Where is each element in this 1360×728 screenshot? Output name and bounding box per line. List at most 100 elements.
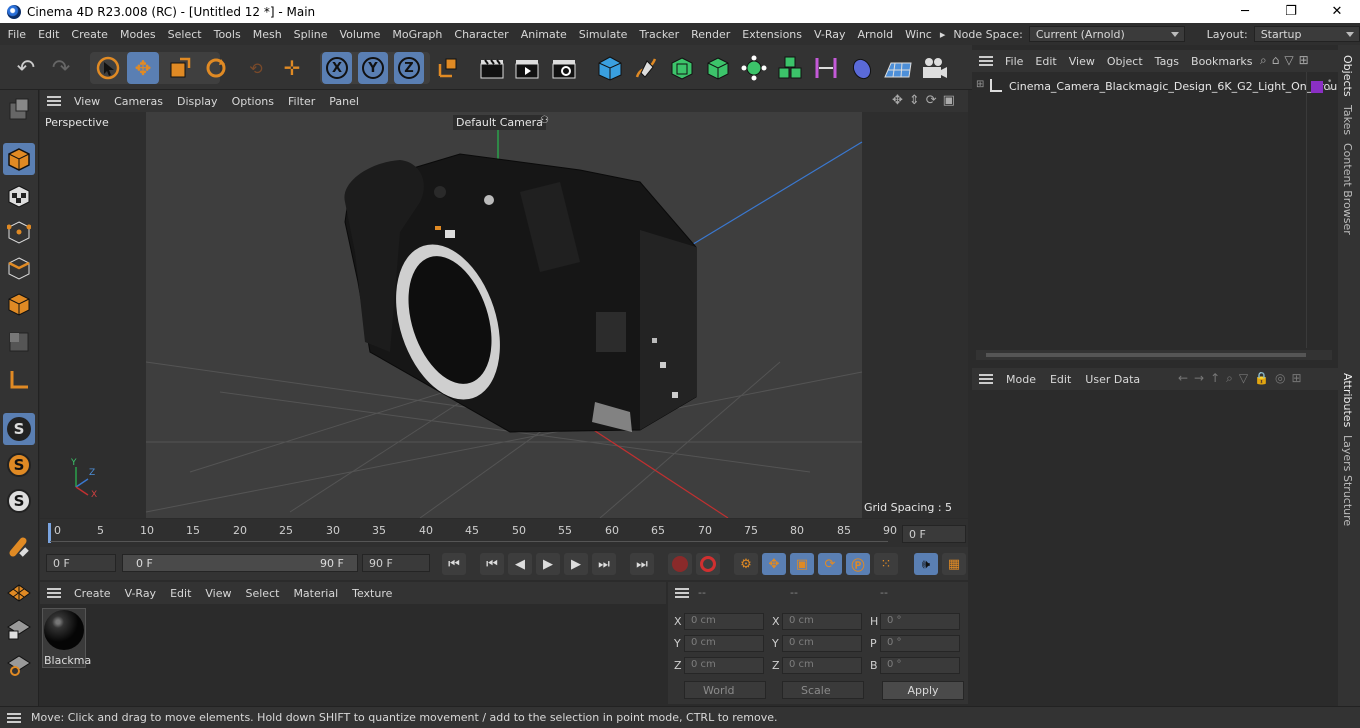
lock-workplane-button[interactable] [3, 613, 35, 645]
size-z-field[interactable]: 0 cm [782, 657, 862, 674]
model-mode-button[interactable] [3, 143, 35, 175]
scale-tool-button[interactable] [164, 52, 196, 84]
menu-render[interactable]: Render [685, 28, 736, 41]
workplane-button[interactable] [3, 577, 35, 609]
menu-animate[interactable]: Animate [515, 28, 573, 41]
end-frame-field[interactable]: 90 F [362, 554, 430, 572]
key-pla-button[interactable]: ⁙ [874, 553, 898, 575]
menu-window[interactable]: Winc [899, 28, 938, 41]
viewport-menu-display[interactable]: Display [170, 95, 225, 108]
size-x-field[interactable]: 0 cm [782, 613, 862, 630]
menu-volume[interactable]: Volume [334, 28, 387, 41]
subdivision-button[interactable] [666, 52, 698, 84]
workplane-snap-button[interactable]: S [3, 485, 35, 517]
viewport-menu-view[interactable]: View [67, 95, 107, 108]
objects-menu-object[interactable]: Object [1101, 55, 1149, 68]
attributes-menu-edit[interactable]: Edit [1043, 373, 1078, 386]
visibility-dots-icon[interactable]: • • [1327, 78, 1332, 95]
viewport-menu-cameras[interactable]: Cameras [107, 95, 170, 108]
object-row[interactable]: ⊞ Cinema_Camera_Blackmagic_Design_6K_G2_… [972, 78, 1344, 96]
tab-attributes[interactable]: Attributes [1341, 373, 1354, 427]
attributes-menu-mode[interactable]: Mode [999, 373, 1043, 386]
objects-menu-view[interactable]: View [1063, 55, 1101, 68]
menu-modes[interactable]: Modes [114, 28, 162, 41]
keyframe-selection-button[interactable]: ⚙ [734, 553, 758, 575]
menu-arnold[interactable]: Arnold [852, 28, 900, 41]
cloner-button[interactable] [738, 52, 770, 84]
material-menu-create[interactable]: Create [67, 587, 118, 600]
coordinate-system-button[interactable] [432, 52, 464, 84]
deformer-button[interactable] [810, 52, 842, 84]
coordinate-mode-dropdown[interactable]: World [684, 681, 766, 699]
material-menu-view[interactable]: View [198, 587, 238, 600]
move-tool-button[interactable]: ✥ [127, 52, 159, 84]
render-picture-viewer-button[interactable] [511, 52, 543, 84]
attributes-toolbar-icons[interactable]: ←→↑⌕▽🔒◎⊞ [1178, 371, 1308, 386]
menu-spline[interactable]: Spline [288, 28, 334, 41]
key-parameter-button[interactable]: Ⓟ [846, 553, 870, 575]
default-camera-label[interactable]: Default Camera [453, 115, 546, 130]
rotate-tool-button[interactable] [200, 52, 232, 84]
rot-b-field[interactable]: 0 ° [880, 657, 960, 674]
redo-button[interactable]: ↷ [45, 52, 77, 84]
close-button[interactable]: ✕ [1314, 0, 1360, 23]
menu-mograph[interactable]: MoGraph [386, 28, 448, 41]
size-mode-dropdown[interactable]: Scale [782, 681, 864, 699]
axis-mode-button[interactable] [3, 364, 35, 396]
next-key-button[interactable]: ⏭ [592, 553, 616, 575]
menu-vray[interactable]: V-Ray [808, 28, 852, 41]
key-position-button[interactable]: ✥ [762, 553, 786, 575]
pos-x-field[interactable]: 0 cm [684, 613, 764, 630]
menu-create[interactable]: Create [65, 28, 114, 41]
apply-button[interactable]: Apply [882, 681, 964, 700]
objects-toolbar-icons[interactable]: ⌕⌂▽⊞ [1260, 53, 1314, 68]
viewport-menu-panel[interactable]: Panel [322, 95, 366, 108]
material-menu-texture[interactable]: Texture [345, 587, 399, 600]
menu-tracker[interactable]: Tracker [633, 28, 685, 41]
maximize-button[interactable]: ❐ [1268, 0, 1314, 23]
uv-mode-button[interactable] [3, 326, 35, 358]
viewport-hamburger-icon[interactable] [47, 96, 61, 106]
viewport-menu-options[interactable]: Options [225, 95, 281, 108]
material-menu-material[interactable]: Material [286, 587, 345, 600]
viewport-menu-filter[interactable]: Filter [281, 95, 322, 108]
floor-button[interactable] [882, 52, 914, 84]
snap-button[interactable]: S [3, 413, 35, 445]
current-frame-field[interactable]: 0 F [902, 525, 966, 543]
object-name[interactable]: Cinema_Camera_Blackmagic_Design_6K_G2_Li… [1009, 80, 1344, 93]
film-strip-button[interactable]: ▦ [942, 553, 966, 575]
timeline-ruler[interactable]: 0 5 10 15 20 25 30 35 40 45 50 55 60 65 … [40, 519, 968, 547]
pen-spline-button[interactable] [630, 52, 662, 84]
viewport-nav-icons[interactable]: ✥⇕⟳▣ [892, 93, 961, 108]
objects-hamburger-icon[interactable] [979, 56, 993, 66]
objects-menu-file[interactable]: File [999, 55, 1029, 68]
autokey-button[interactable] [696, 553, 720, 575]
extrude-button[interactable] [702, 52, 734, 84]
mograph-button[interactable] [774, 52, 806, 84]
material-hamburger-icon[interactable] [47, 588, 61, 598]
play-button[interactable]: ▶ [536, 553, 560, 575]
key-scale-button[interactable]: ▣ [790, 553, 814, 575]
previous-key-button[interactable]: ⏮ [480, 553, 504, 575]
tab-objects[interactable]: Objects [1341, 55, 1354, 97]
tab-takes[interactable]: Takes [1341, 105, 1354, 135]
polygon-mode-button[interactable] [3, 288, 35, 320]
texture-mode-button[interactable] [3, 180, 35, 212]
status-hamburger-icon[interactable] [7, 712, 21, 723]
node-space-dropdown[interactable]: Current (Arnold) [1028, 26, 1185, 42]
recent-tools-button[interactable]: ⟲ [240, 52, 272, 84]
menu-mesh[interactable]: Mesh [247, 28, 288, 41]
render-settings-button[interactable] [548, 52, 580, 84]
go-to-end-button[interactable]: ⏭ [630, 553, 654, 575]
point-mode-button[interactable] [3, 216, 35, 248]
edge-mode-button[interactable] [3, 252, 35, 284]
tab-structure[interactable]: Structure [1341, 475, 1354, 526]
objects-horizontal-scrollbar[interactable] [976, 350, 1332, 360]
material-swatch[interactable]: Blackma [42, 608, 91, 668]
perspective-viewport[interactable]: Perspective Default Camera ⚇ Grid Spacin… [40, 112, 968, 518]
objects-menu-bookmarks[interactable]: Bookmarks [1185, 55, 1258, 68]
field-button[interactable] [846, 52, 878, 84]
go-to-start-button[interactable]: ⏮ [442, 553, 466, 575]
menu-simulate[interactable]: Simulate [573, 28, 634, 41]
tab-content-browser[interactable]: Content Browser [1341, 143, 1354, 235]
